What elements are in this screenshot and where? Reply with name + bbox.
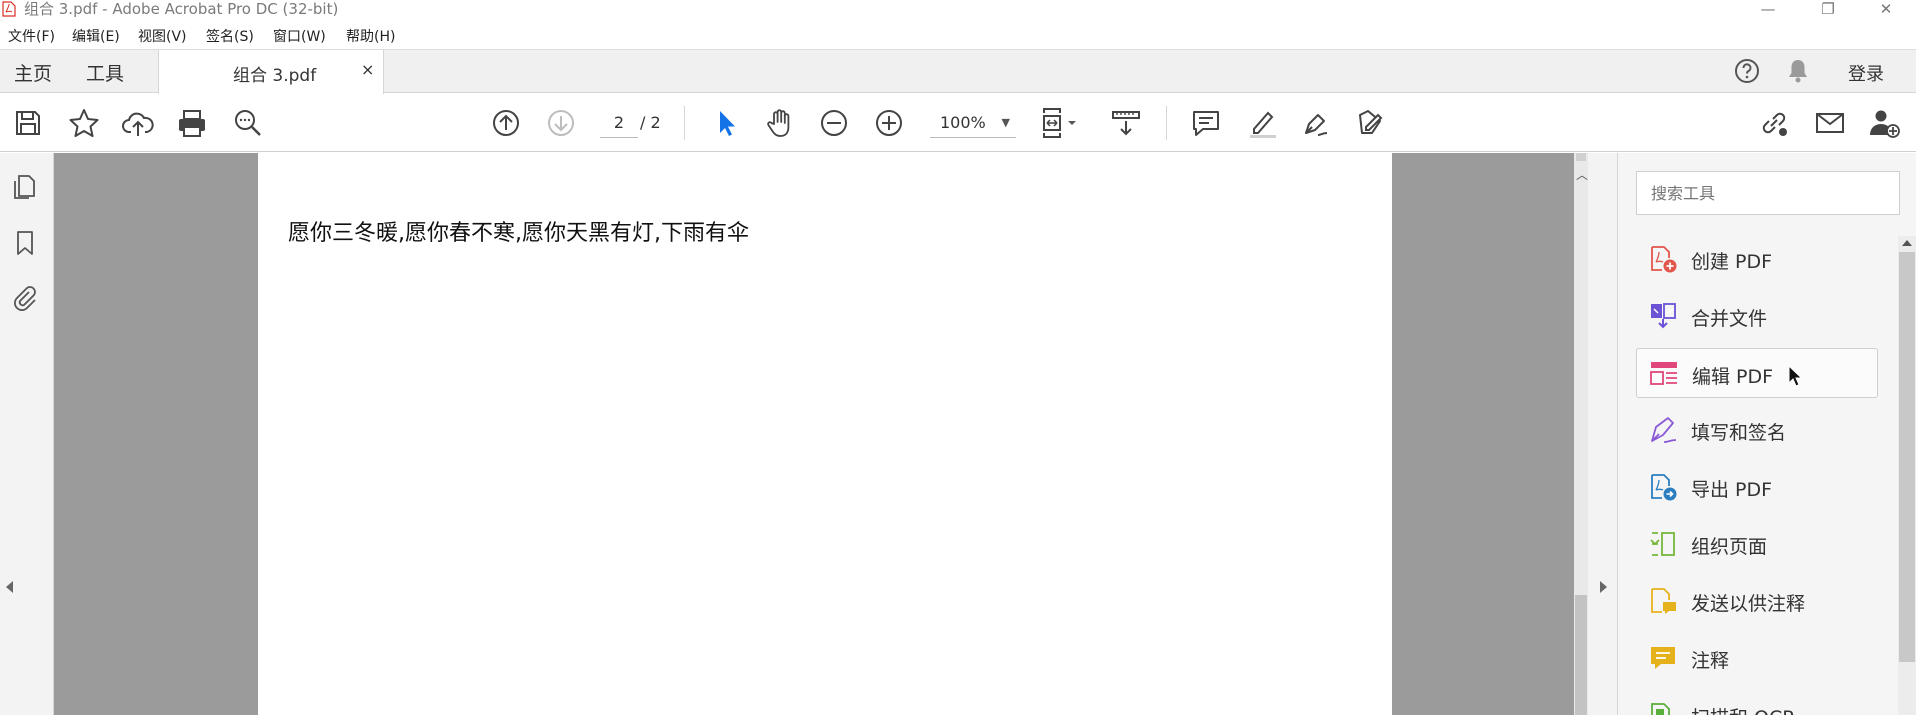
create-pdf-icon	[1651, 246, 1677, 273]
next-page-icon	[543, 105, 579, 141]
zoom-in-icon[interactable]	[871, 105, 907, 141]
tab-tools[interactable]: 工具	[86, 59, 124, 86]
tool-label: 注释	[1691, 650, 1730, 672]
star-icon[interactable]	[66, 105, 102, 141]
tool-label: 合并文件	[1691, 308, 1768, 330]
add-user-icon[interactable]	[1866, 105, 1902, 141]
tool-fill-sign[interactable]: 填写和签名	[1636, 405, 1878, 455]
tool-label: 创建 PDF	[1691, 251, 1773, 273]
chevron-down-icon: ▼	[1001, 116, 1010, 129]
toolbar-divider	[1166, 106, 1167, 140]
page-thumbnails-icon[interactable]	[10, 172, 40, 202]
tool-label: 编辑 PDF	[1692, 366, 1774, 388]
title-bar: 组合 3.pdf - Adobe Acrobat Pro DC (32-bit)…	[0, 0, 1916, 20]
maximize-button[interactable]: ❐	[1808, 0, 1848, 20]
page-total: / 2	[640, 113, 661, 132]
tool-organize-pages[interactable]: 组织页面	[1636, 519, 1878, 569]
edit-pdf-icon	[1650, 362, 1677, 385]
tab-home[interactable]: 主页	[14, 59, 52, 86]
fill-sign-icon	[1651, 417, 1677, 443]
highlight-icon[interactable]	[1244, 105, 1280, 141]
tool-label: 发送以供注释	[1691, 593, 1806, 615]
scroll-up-icon[interactable]	[1902, 240, 1912, 246]
tool-scan-ocr[interactable]: 扫描和 OCR	[1636, 690, 1878, 715]
menu-file[interactable]: 文件(F)	[8, 26, 55, 46]
scrollbar-top-cap	[1576, 153, 1586, 161]
send-for-comments-icon	[1651, 588, 1676, 614]
right-pane-toggle-strip	[1588, 153, 1618, 715]
page-fit-icon[interactable]	[1038, 105, 1088, 141]
tool-send-for-comments[interactable]: 发送以供注释	[1636, 576, 1878, 626]
share-link-icon[interactable]	[1756, 105, 1792, 141]
menu-view[interactable]: 视图(V)	[138, 26, 187, 46]
tools-pane-scrollbar-thumb[interactable]	[1899, 252, 1915, 662]
menu-sign[interactable]: 签名(S)	[206, 26, 254, 46]
pdf-page-text[interactable]: 愿你三冬暖,愿你春不寒,愿你天黑有灯,下雨有伞	[288, 215, 749, 247]
tab-document[interactable]: 组合 3.pdf ×	[158, 50, 384, 94]
bookmark-icon[interactable]	[10, 228, 40, 258]
bell-icon[interactable]	[1786, 58, 1810, 84]
previous-page-icon[interactable]	[488, 105, 524, 141]
search-tools-input[interactable]	[1636, 171, 1900, 215]
close-tab-button[interactable]: ×	[361, 60, 374, 79]
tab-bar: 主页 工具 组合 3.pdf × 登录	[0, 49, 1916, 94]
organize-pages-icon	[1650, 532, 1675, 556]
zoom-level-value: 100%	[940, 113, 986, 132]
tool-comment[interactable]: 注释	[1636, 633, 1878, 683]
document-tab-label: 组合 3.pdf	[233, 66, 317, 86]
mouse-cursor-icon	[1788, 365, 1802, 387]
main-toolbar: 2 / 2 100% ▼	[0, 94, 1916, 152]
left-navigation-pane	[0, 153, 54, 715]
window-title: 组合 3.pdf - Adobe Acrobat Pro DC (32-bit)	[24, 0, 339, 18]
comment-icon[interactable]	[1188, 105, 1224, 141]
close-window-button[interactable]: ✕	[1866, 0, 1906, 20]
tool-label: 组织页面	[1691, 536, 1768, 558]
tool-label: 扫描和 OCR	[1691, 703, 1795, 715]
draw-pen-icon[interactable]	[1298, 105, 1334, 141]
tool-combine-files[interactable]: 合并文件	[1636, 291, 1878, 341]
menu-edit[interactable]: 编辑(E)	[72, 26, 120, 46]
search-icon[interactable]	[230, 105, 266, 141]
scroll-mode-icon[interactable]	[1108, 105, 1144, 141]
email-icon[interactable]	[1812, 105, 1848, 141]
zoom-out-icon[interactable]	[816, 105, 852, 141]
menu-help[interactable]: 帮助(H)	[346, 26, 395, 46]
pdf-page[interactable]: 愿你三冬暖,愿你春不寒,愿你天黑有灯,下雨有伞	[258, 153, 1392, 715]
tool-label: 导出 PDF	[1691, 479, 1773, 501]
hand-tool-icon[interactable]	[762, 105, 798, 141]
tool-create-pdf[interactable]: 创建 PDF	[1636, 234, 1878, 284]
select-cursor-icon[interactable]	[708, 105, 744, 141]
minimize-button[interactable]: —	[1748, 0, 1788, 20]
document-scrollbar-thumb[interactable]	[1575, 595, 1587, 715]
toolbar-divider	[684, 106, 685, 140]
tool-edit-pdf[interactable]: 编辑 PDF	[1636, 348, 1878, 398]
save-icon[interactable]	[10, 105, 46, 141]
menu-window[interactable]: 窗口(W)	[273, 26, 326, 46]
collapse-left-pane-icon[interactable]	[6, 581, 13, 593]
login-button[interactable]: 登录	[1848, 60, 1884, 86]
export-pdf-icon	[1651, 474, 1677, 501]
cloud-upload-icon[interactable]	[120, 105, 156, 141]
collapse-right-pane-icon[interactable]	[1600, 581, 1607, 593]
page-number-input[interactable]: 2	[600, 108, 638, 138]
scan-ocr-icon	[1651, 703, 1670, 715]
comment-tool-icon	[1651, 647, 1675, 669]
stamp-edit-icon[interactable]	[1352, 105, 1388, 141]
help-icon[interactable]	[1734, 58, 1760, 84]
scroll-up-icon[interactable]: ︿	[1576, 166, 1588, 183]
combine-files-icon	[1651, 303, 1676, 329]
acrobat-file-icon	[2, 1, 16, 17]
menu-bar: 文件(F) 编辑(E) 视图(V) 签名(S) 窗口(W) 帮助(H)	[0, 24, 1916, 48]
attachment-icon[interactable]	[10, 283, 40, 313]
tool-export-pdf[interactable]: 导出 PDF	[1636, 462, 1878, 512]
zoom-level-dropdown[interactable]: 100% ▼	[930, 108, 1016, 138]
tool-label: 填写和签名	[1691, 422, 1787, 444]
print-icon[interactable]	[174, 105, 210, 141]
